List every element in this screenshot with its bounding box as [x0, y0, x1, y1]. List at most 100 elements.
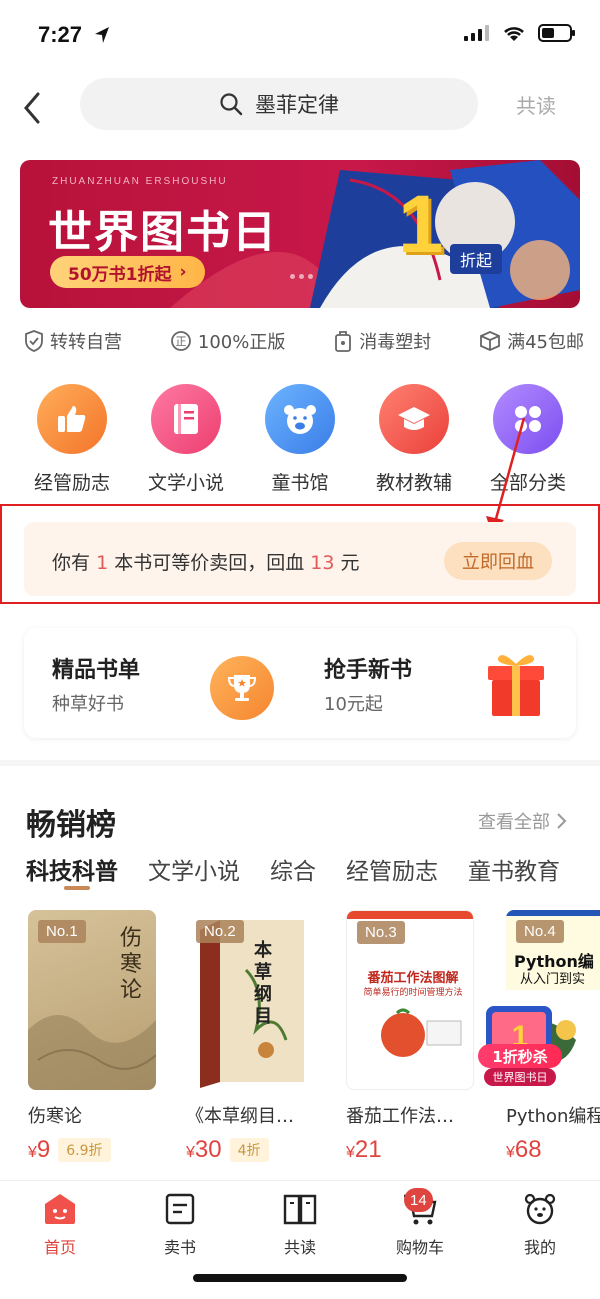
- book-card[interactable]: No.2 本草纲目 《本草纲目… ¥30 4折: [186, 910, 314, 1164]
- nav-label: 我的: [523, 1238, 556, 1257]
- thumbs-up-icon: [37, 384, 107, 454]
- graduation-cap-icon: [379, 384, 449, 454]
- banner-pill-label: 50万书1折起: [68, 264, 172, 285]
- nav-label: 购物车: [395, 1238, 444, 1257]
- gift-box-icon: [484, 650, 548, 722]
- wifi-icon: [504, 27, 524, 41]
- nav-label: 首页: [43, 1238, 76, 1257]
- nav-profile[interactable]: 我的: [500, 1192, 580, 1258]
- search-query: 墨菲定律: [255, 93, 339, 117]
- rank-badge: No.1: [38, 920, 86, 943]
- rank-badge: No.3: [357, 921, 405, 944]
- chevron-right-icon: [557, 813, 567, 829]
- status-icons: [464, 24, 576, 42]
- back-button[interactable]: [18, 90, 50, 126]
- nav-sell-books[interactable]: 卖书: [140, 1192, 220, 1258]
- rank-badge: No.2: [196, 920, 244, 943]
- book-title: Python编程: [506, 1106, 600, 1127]
- shield-check-icon: [25, 330, 43, 352]
- feature-label: 100%正版: [197, 332, 286, 353]
- chevron-left-icon: [24, 92, 40, 124]
- discount-badge: 4折: [229, 1138, 269, 1162]
- banner-big-number: 1: [398, 179, 444, 270]
- flash-sale-label: 1折秒杀: [478, 1044, 562, 1068]
- header-read-together-link[interactable]: 共读: [516, 90, 556, 119]
- cart-count-badge: 14: [404, 1188, 433, 1212]
- book-price-row: ¥68: [506, 1136, 600, 1164]
- category-label: 经管励志: [33, 472, 110, 494]
- bear-icon: [265, 384, 335, 454]
- book-icon: [151, 384, 221, 454]
- tab-kids-education[interactable]: 童书教育: [468, 852, 560, 886]
- view-all-link[interactable]: 查看全部: [478, 808, 568, 834]
- promo-banner[interactable]: ZHUANZHUAN ERSHOUSHU 世界图书日 50万书1折起 › 1 折…: [20, 160, 580, 308]
- nav-label: 共读: [283, 1238, 316, 1257]
- book-cover: No.1 伤寒论: [28, 910, 156, 1090]
- promo-right-sub: 10元起: [324, 694, 383, 715]
- feature-label: 消毒塑封: [359, 332, 432, 353]
- trophy-icon: [210, 656, 274, 720]
- cover-title: 本草纲目: [254, 940, 272, 1027]
- hot-new-books-link[interactable]: 抢手新书 10元起: [324, 652, 412, 716]
- status-time: 7:27: [38, 22, 83, 47]
- tab-general[interactable]: 综合: [270, 852, 316, 886]
- category-textbooks[interactable]: 教材教辅: [359, 384, 469, 495]
- book-price: ¥21: [346, 1136, 382, 1163]
- promo-left-title: 精品书单: [52, 658, 141, 683]
- location-arrow-icon: [94, 26, 110, 48]
- book-cover: No.3 番茄工作法图解 简单易行的时间管理方法: [346, 910, 474, 1090]
- resell-amount: 13: [310, 552, 335, 574]
- svg-text:正: 正: [175, 335, 186, 348]
- battery-icon: [538, 24, 575, 42]
- discount-badge: 6.9折: [58, 1138, 111, 1162]
- feature-label: 转转自营: [50, 332, 122, 353]
- search-icon: [220, 93, 243, 116]
- banner-cta-pill[interactable]: 50万书1折起 ›: [50, 256, 205, 288]
- cover-title: 伤寒论: [120, 926, 143, 1003]
- package-icon: [480, 331, 500, 351]
- book-cover: No.2 本草纲目: [186, 910, 314, 1090]
- sell-book-icon: [165, 1193, 195, 1225]
- cover-subtitle: 从入门到实: [520, 972, 586, 987]
- view-all-label: 查看全部: [478, 812, 550, 833]
- resell-now-button[interactable]: 立即回血: [444, 542, 552, 580]
- category-label: 文学小说: [147, 472, 224, 494]
- promo-right-title: 抢手新书: [324, 658, 413, 683]
- genuine-icon: 正: [170, 331, 191, 351]
- home-indicator: [193, 1274, 407, 1282]
- flash-sale-float-button[interactable]: 1 1折秒杀 世界图书日: [478, 1004, 562, 1086]
- book-card[interactable]: No.1 伤寒论 伤寒论 ¥9 6.9折: [28, 910, 156, 1164]
- search-box[interactable]: 墨菲定律: [80, 78, 478, 130]
- promo-left-sub: 种草好书: [52, 694, 124, 715]
- book-price: ¥30: [186, 1136, 222, 1163]
- tab-literature[interactable]: 文学小说: [148, 852, 240, 886]
- feature-sanitized: 消毒塑封: [333, 328, 431, 354]
- banner-subtitle: ZHUANZHUAN ERSHOUSHU: [52, 176, 228, 187]
- tab-business[interactable]: 经管励志: [346, 852, 438, 886]
- chevron-right-icon: ›: [179, 262, 187, 282]
- category-business[interactable]: 经管励志: [17, 384, 127, 495]
- nav-home[interactable]: 首页: [20, 1192, 100, 1258]
- banner-title: 世界图书日: [48, 207, 278, 258]
- tab-science[interactable]: 科技科普: [26, 852, 118, 886]
- book-price: ¥68: [506, 1136, 542, 1163]
- resell-message: 你有 1 本书可等价卖回，回血 13 元: [52, 548, 360, 575]
- feature-genuine: 正 100%正版: [170, 328, 285, 354]
- cover-subtitle: 简单易行的时间管理方法: [363, 988, 463, 998]
- category-kids[interactable]: 童书馆: [245, 384, 355, 495]
- category-literature[interactable]: 文学小说: [131, 384, 241, 495]
- book-price-row: ¥30 4折: [186, 1136, 314, 1164]
- banner-pagination: [290, 274, 313, 279]
- read-together-icon: [283, 1194, 317, 1225]
- book-price-row: ¥21: [346, 1136, 474, 1164]
- book-card[interactable]: No.3 番茄工作法图解 简单易行的时间管理方法 番茄工作法… ¥21: [346, 910, 474, 1164]
- resell-book-count: 1: [96, 552, 109, 574]
- resell-text-middle: 本书可等价卖回，回血: [114, 552, 305, 574]
- featured-booklist-link[interactable]: 精品书单 种草好书: [52, 652, 140, 716]
- signal-icon: [464, 25, 489, 41]
- nav-read-together[interactable]: 共读: [260, 1192, 340, 1258]
- nav-label: 卖书: [163, 1238, 196, 1257]
- category-tabs: 科技科普 文学小说 综合 经管励志 童书教育: [26, 852, 560, 886]
- book-price-row: ¥9 6.9折: [28, 1136, 156, 1164]
- feature-self-operated: 转转自营: [24, 328, 122, 354]
